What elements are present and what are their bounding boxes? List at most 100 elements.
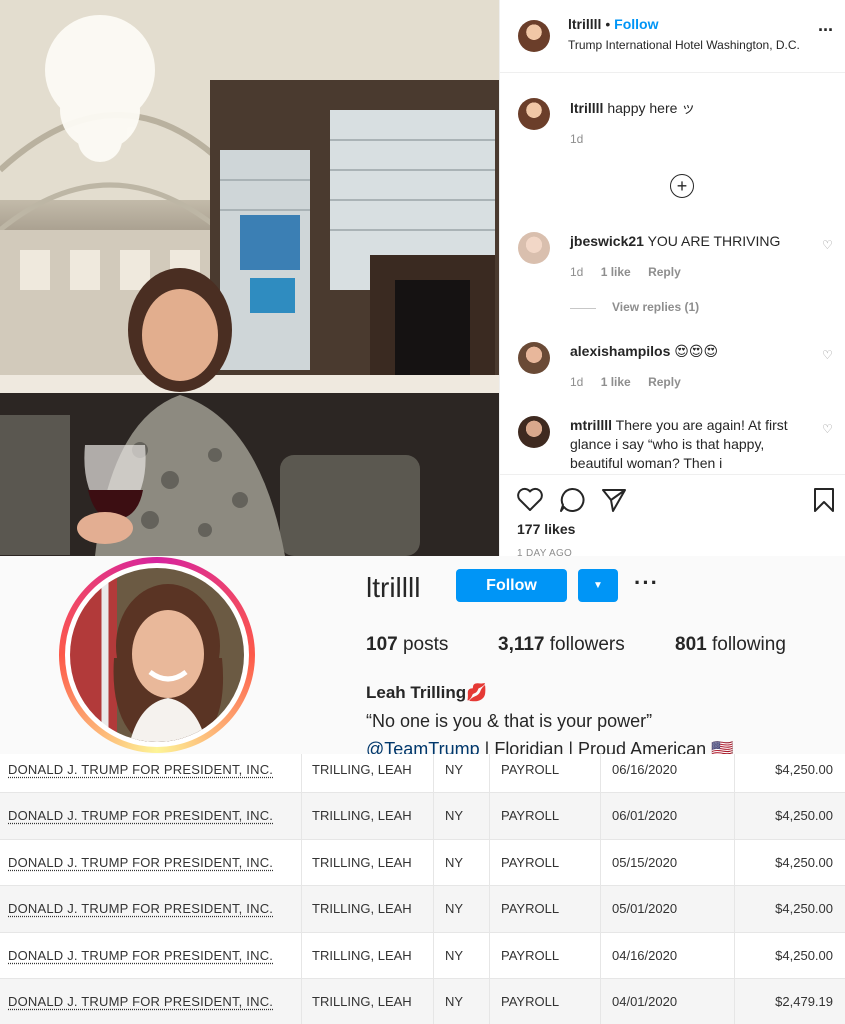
table-row: DONALD J. TRUMP FOR PRESIDENT, INC. TRILL… bbox=[0, 932, 845, 979]
comment: alexishampilos 😍😍😍 bbox=[570, 342, 810, 361]
recipient-cell-text: TRILLING, LEAH bbox=[312, 761, 412, 777]
recipient-cell: TRILLING, LEAH bbox=[302, 978, 434, 1024]
purpose-cell: PAYROLL bbox=[490, 839, 601, 885]
more-horizontal-icon[interactable]: ··· bbox=[818, 20, 834, 41]
committee-cell-text[interactable]: DONALD J. TRUMP FOR PRESIDENT, INC. bbox=[8, 948, 273, 963]
comment-username[interactable]: mtrillll bbox=[570, 417, 612, 433]
caption: ltrillll happy here ッ bbox=[570, 99, 830, 118]
purpose-cell-text: PAYROLL bbox=[501, 808, 560, 823]
caption-username[interactable]: ltrillll bbox=[570, 100, 603, 116]
caption-time[interactable]: 1d bbox=[570, 132, 583, 146]
commenter-avatar[interactable] bbox=[518, 342, 550, 374]
divider bbox=[500, 72, 845, 73]
bookmark-icon[interactable] bbox=[812, 486, 836, 514]
amount-cell: $4,250.00 bbox=[735, 932, 845, 978]
state-cell: NY bbox=[434, 885, 490, 932]
posts-label: posts bbox=[402, 634, 449, 655]
state-cell-text: NY bbox=[445, 808, 464, 823]
committee-cell-text[interactable]: DONALD J. TRUMP FOR PRESIDENT, INC. bbox=[8, 901, 273, 916]
commenter-avatar[interactable] bbox=[518, 416, 550, 448]
post-location[interactable]: Trump International Hotel Washington, D.… bbox=[568, 38, 800, 52]
state-cell-text: NY bbox=[445, 854, 464, 870]
share-icon[interactable] bbox=[600, 486, 628, 514]
date-cell-text: 06/01/2020 bbox=[612, 808, 678, 823]
followers-count: 3,117 bbox=[498, 634, 545, 655]
committee-cell: DONALD J. TRUMP FOR PRESIDENT, INC. bbox=[0, 754, 302, 792]
amount-cell: $4,250.00 bbox=[735, 754, 845, 792]
recipient-cell: TRILLING, LEAH bbox=[302, 792, 434, 839]
followers-stat[interactable]: 3,117 followers bbox=[498, 634, 625, 656]
commenter-avatar[interactable] bbox=[518, 232, 550, 264]
committee-cell-text[interactable]: DONALD J. TRUMP FOR PRESIDENT, INC. bbox=[8, 808, 273, 823]
likes-count[interactable]: 177 likes bbox=[517, 521, 575, 537]
comment-username[interactable]: alexishampilos bbox=[570, 343, 670, 359]
heart-icon[interactable] bbox=[516, 486, 544, 512]
followers-label: followers bbox=[549, 634, 625, 655]
purpose-cell-text: PAYROLL bbox=[501, 947, 560, 963]
reply-button[interactable]: Reply bbox=[648, 265, 681, 279]
profile-avatar[interactable] bbox=[70, 568, 244, 742]
author-avatar[interactable] bbox=[518, 20, 550, 52]
heart-icon[interactable]: ♡ bbox=[822, 238, 833, 252]
date-cell-text: 05/01/2020 bbox=[612, 901, 678, 916]
recipient-cell-text: TRILLING, LEAH bbox=[312, 994, 412, 1009]
post-photo[interactable] bbox=[0, 0, 499, 556]
reply-button[interactable]: Reply bbox=[648, 375, 681, 389]
plus-circle-icon[interactable]: + bbox=[670, 174, 694, 198]
state-cell: NY bbox=[434, 754, 490, 792]
profile-username: ltrillll bbox=[366, 572, 421, 603]
comment-meta: 1d 1 like Reply bbox=[570, 265, 695, 279]
recipient-cell-text: TRILLING, LEAH bbox=[312, 854, 412, 870]
story-ring[interactable] bbox=[59, 557, 255, 753]
amount-cell: $4,250.00 bbox=[735, 839, 845, 885]
purpose-cell: PAYROLL bbox=[490, 932, 601, 978]
date-cell-text: 06/16/2020 bbox=[612, 761, 678, 777]
comment-meta: 1d 1 like Reply bbox=[570, 375, 695, 389]
comment-time[interactable]: 1d bbox=[570, 265, 583, 279]
committee-cell: DONALD J. TRUMP FOR PRESIDENT, INC. bbox=[0, 932, 302, 978]
committee-cell-text[interactable]: DONALD J. TRUMP FOR PRESIDENT, INC. bbox=[8, 855, 273, 870]
caption-text: happy here ッ bbox=[607, 100, 696, 116]
bio-text: | Floridian | Proud American 🇺🇸 bbox=[484, 739, 734, 754]
state-cell: NY bbox=[434, 839, 490, 885]
date-cell-text: 04/16/2020 bbox=[612, 947, 678, 963]
comment-likes[interactable]: 1 like bbox=[601, 375, 631, 389]
amount-cell-text: $4,250.00 bbox=[775, 761, 833, 777]
amount-cell-text: $2,479.19 bbox=[775, 994, 833, 1009]
amount-cell: $4,250.00 bbox=[735, 886, 845, 932]
state-cell-text: NY bbox=[445, 901, 464, 916]
recipient-cell: TRILLING, LEAH bbox=[302, 885, 434, 932]
bio-link[interactable]: @TeamTrump bbox=[366, 739, 480, 754]
table-row: DONALD J. TRUMP FOR PRESIDENT, INC. TRILL… bbox=[0, 792, 845, 840]
posts-stat[interactable]: 107 posts bbox=[366, 634, 448, 656]
view-replies-button[interactable]: View replies (1) bbox=[612, 300, 699, 314]
comment-username[interactable]: jbeswick21 bbox=[570, 233, 644, 249]
date-cell: 06/01/2020 bbox=[601, 792, 735, 839]
purpose-cell: PAYROLL bbox=[490, 754, 601, 792]
post-photo-illustration bbox=[0, 0, 499, 556]
heart-icon[interactable]: ♡ bbox=[822, 422, 833, 436]
state-cell-text: NY bbox=[445, 761, 464, 777]
amount-cell: $4,250.00 bbox=[735, 793, 845, 839]
follow-link[interactable]: Follow bbox=[614, 16, 658, 32]
purpose-cell: PAYROLL bbox=[490, 978, 601, 1024]
comment-time[interactable]: 1d bbox=[570, 375, 583, 389]
chevron-down-icon[interactable]: ▼ bbox=[578, 569, 618, 602]
amount-cell: $2,479.19 bbox=[735, 979, 845, 1024]
caption-avatar[interactable] bbox=[518, 98, 550, 130]
post-header-line: ltrillll • Follow bbox=[568, 16, 658, 32]
more-options-icon[interactable]: ··· bbox=[634, 570, 659, 596]
heart-icon[interactable]: ♡ bbox=[822, 348, 833, 362]
purpose-cell-text: PAYROLL bbox=[501, 994, 560, 1009]
author-username[interactable]: ltrillll bbox=[568, 16, 601, 32]
recipient-cell-text: TRILLING, LEAH bbox=[312, 947, 412, 963]
following-stat[interactable]: 801 following bbox=[675, 634, 786, 656]
date-cell: 06/16/2020 bbox=[601, 754, 735, 792]
comment-icon[interactable] bbox=[558, 486, 586, 514]
purpose-cell-text: PAYROLL bbox=[501, 761, 560, 777]
follow-button[interactable]: Follow bbox=[456, 569, 567, 602]
comment-likes[interactable]: 1 like bbox=[601, 265, 631, 279]
committee-cell-text[interactable]: DONALD J. TRUMP FOR PRESIDENT, INC. bbox=[8, 994, 273, 1009]
committee-cell-text[interactable]: DONALD J. TRUMP FOR PRESIDENT, INC. bbox=[8, 762, 273, 777]
table-row: DONALD J. TRUMP FOR PRESIDENT, INC. TRILL… bbox=[0, 978, 845, 1024]
